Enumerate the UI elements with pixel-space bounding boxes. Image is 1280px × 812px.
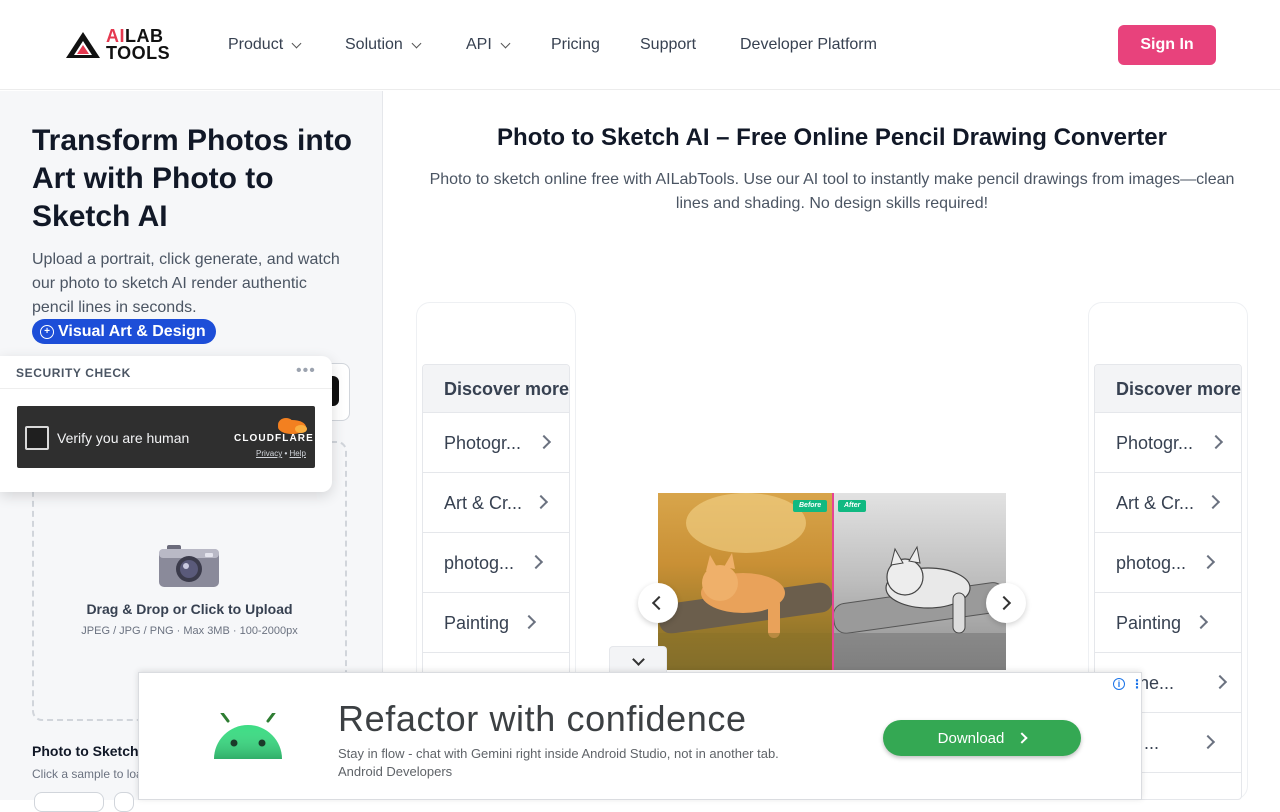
- plus-circle-icon: +: [40, 324, 54, 339]
- ailab-logo[interactable]: AILAB TOOLS: [64, 26, 171, 64]
- discover-item-painting[interactable]: Painting: [1095, 593, 1241, 653]
- chevron-right-icon: [533, 494, 549, 510]
- sample-thumbnail[interactable]: [34, 792, 104, 812]
- nav-product[interactable]: Product: [228, 35, 302, 55]
- ad-options-icon[interactable]: ⋮: [1131, 677, 1143, 691]
- hero-title: Transform Photos into Art with Photo to …: [32, 124, 353, 233]
- chevron-right-icon: [528, 554, 544, 570]
- nav-api[interactable]: API: [466, 35, 511, 55]
- privacy-link[interactable]: Privacy: [256, 449, 282, 458]
- chevron-right-icon: [1200, 554, 1216, 570]
- category-tag-label: Visual Art & Design: [58, 322, 206, 340]
- discover-item-photography[interactable]: Photogr...: [1095, 413, 1241, 473]
- cloudflare-links: Privacy • Help: [256, 449, 306, 458]
- ad-download-button[interactable]: Download: [883, 720, 1081, 756]
- chevron-right-icon: [1212, 674, 1228, 690]
- discover-item-painting[interactable]: Painting: [423, 593, 569, 653]
- page-description: Photo to sketch online free with AILabTo…: [429, 171, 1235, 212]
- chevron-right-icon: [1205, 494, 1221, 510]
- link-separator: •: [284, 449, 288, 458]
- logo-line2: TOOLS: [106, 43, 171, 63]
- help-link[interactable]: Help: [290, 449, 306, 458]
- chevron-right-icon: [996, 595, 1012, 611]
- discover-heading: Discover more: [423, 365, 569, 413]
- cat-sketch-illustration: [832, 545, 1006, 670]
- verify-checkbox[interactable]: [25, 426, 49, 450]
- nav-support[interactable]: Support: [640, 35, 696, 55]
- upload-title: Drag & Drop or Click to Upload: [86, 601, 293, 617]
- chevron-right-icon: [536, 434, 552, 450]
- nav-solution[interactable]: Solution: [345, 35, 422, 55]
- ad-headline[interactable]: Refactor with confidence: [338, 698, 747, 740]
- before-badge: Before: [793, 500, 828, 512]
- security-check-label: SECURITY CHECK: [16, 366, 131, 380]
- chevron-right-icon: [1193, 614, 1209, 630]
- samples-subtitle: Click a sample to loa: [32, 767, 143, 781]
- cloudflare-wordmark: CLOUDFLARE: [234, 433, 314, 444]
- ad-download-label: Download: [937, 729, 1005, 747]
- nav-developer-platform[interactable]: Developer Platform: [740, 35, 877, 55]
- chevron-right-icon: [521, 614, 537, 630]
- chevron-right-icon: [1200, 734, 1216, 750]
- nav-pricing[interactable]: Pricing: [551, 35, 600, 55]
- camera-icon: [159, 545, 219, 587]
- before-image: [658, 493, 833, 670]
- discover-item-photog[interactable]: photog...: [423, 533, 569, 593]
- verify-label: Verify you are human: [57, 430, 190, 446]
- discover-item-photography[interactable]: Photogr...: [423, 413, 569, 473]
- carousel-prev-button[interactable]: [638, 583, 678, 623]
- carousel-next-button[interactable]: [986, 583, 1026, 623]
- chevron-down-icon: [500, 38, 511, 48]
- cat-photo-illustration: [658, 493, 833, 670]
- collapse-ad-button[interactable]: [609, 646, 667, 674]
- discover-item-art-crafts[interactable]: Art & Cr...: [423, 473, 569, 533]
- after-image: [832, 493, 1006, 670]
- chevron-right-icon: [1016, 732, 1029, 744]
- ad-description: Stay in flow - chat with Gemini right in…: [338, 746, 779, 761]
- discover-heading: Discover more: [1095, 365, 1241, 413]
- discover-item-art-crafts[interactable]: Art & Cr...: [1095, 473, 1241, 533]
- triangle-logo-icon: [66, 32, 100, 58]
- cloudflare-cloud-icon: [278, 418, 307, 434]
- chevron-down-icon: [291, 38, 302, 48]
- divider: [0, 388, 332, 389]
- discover-item-photog[interactable]: photog...: [1095, 533, 1241, 593]
- sample-thumbnail[interactable]: [114, 792, 134, 812]
- hero-description: Upload a portrait, click generate, and w…: [32, 251, 340, 316]
- chevron-left-icon: [651, 595, 667, 611]
- chevron-right-icon: [1208, 434, 1224, 450]
- samples-title: Photo to Sketch: [32, 743, 139, 759]
- chevron-down-icon: [411, 38, 422, 48]
- android-robot-icon: [214, 713, 282, 759]
- ad-sponsor: Android Developers: [338, 764, 453, 779]
- category-tag[interactable]: + Visual Art & Design: [32, 319, 216, 344]
- after-badge: After: [838, 500, 867, 512]
- comparison-divider[interactable]: [832, 493, 834, 670]
- upload-requirements: JPEG / JPG / PNG · Max 3MB · 100-2000px: [81, 625, 298, 637]
- sign-in-button[interactable]: Sign In: [1118, 25, 1216, 65]
- more-options-icon[interactable]: •••: [296, 362, 316, 380]
- page-title: Photo to Sketch AI – Free Online Pencil …: [497, 124, 1167, 151]
- chevron-down-icon: [632, 653, 645, 666]
- ad-info-icon[interactable]: i: [1113, 678, 1125, 690]
